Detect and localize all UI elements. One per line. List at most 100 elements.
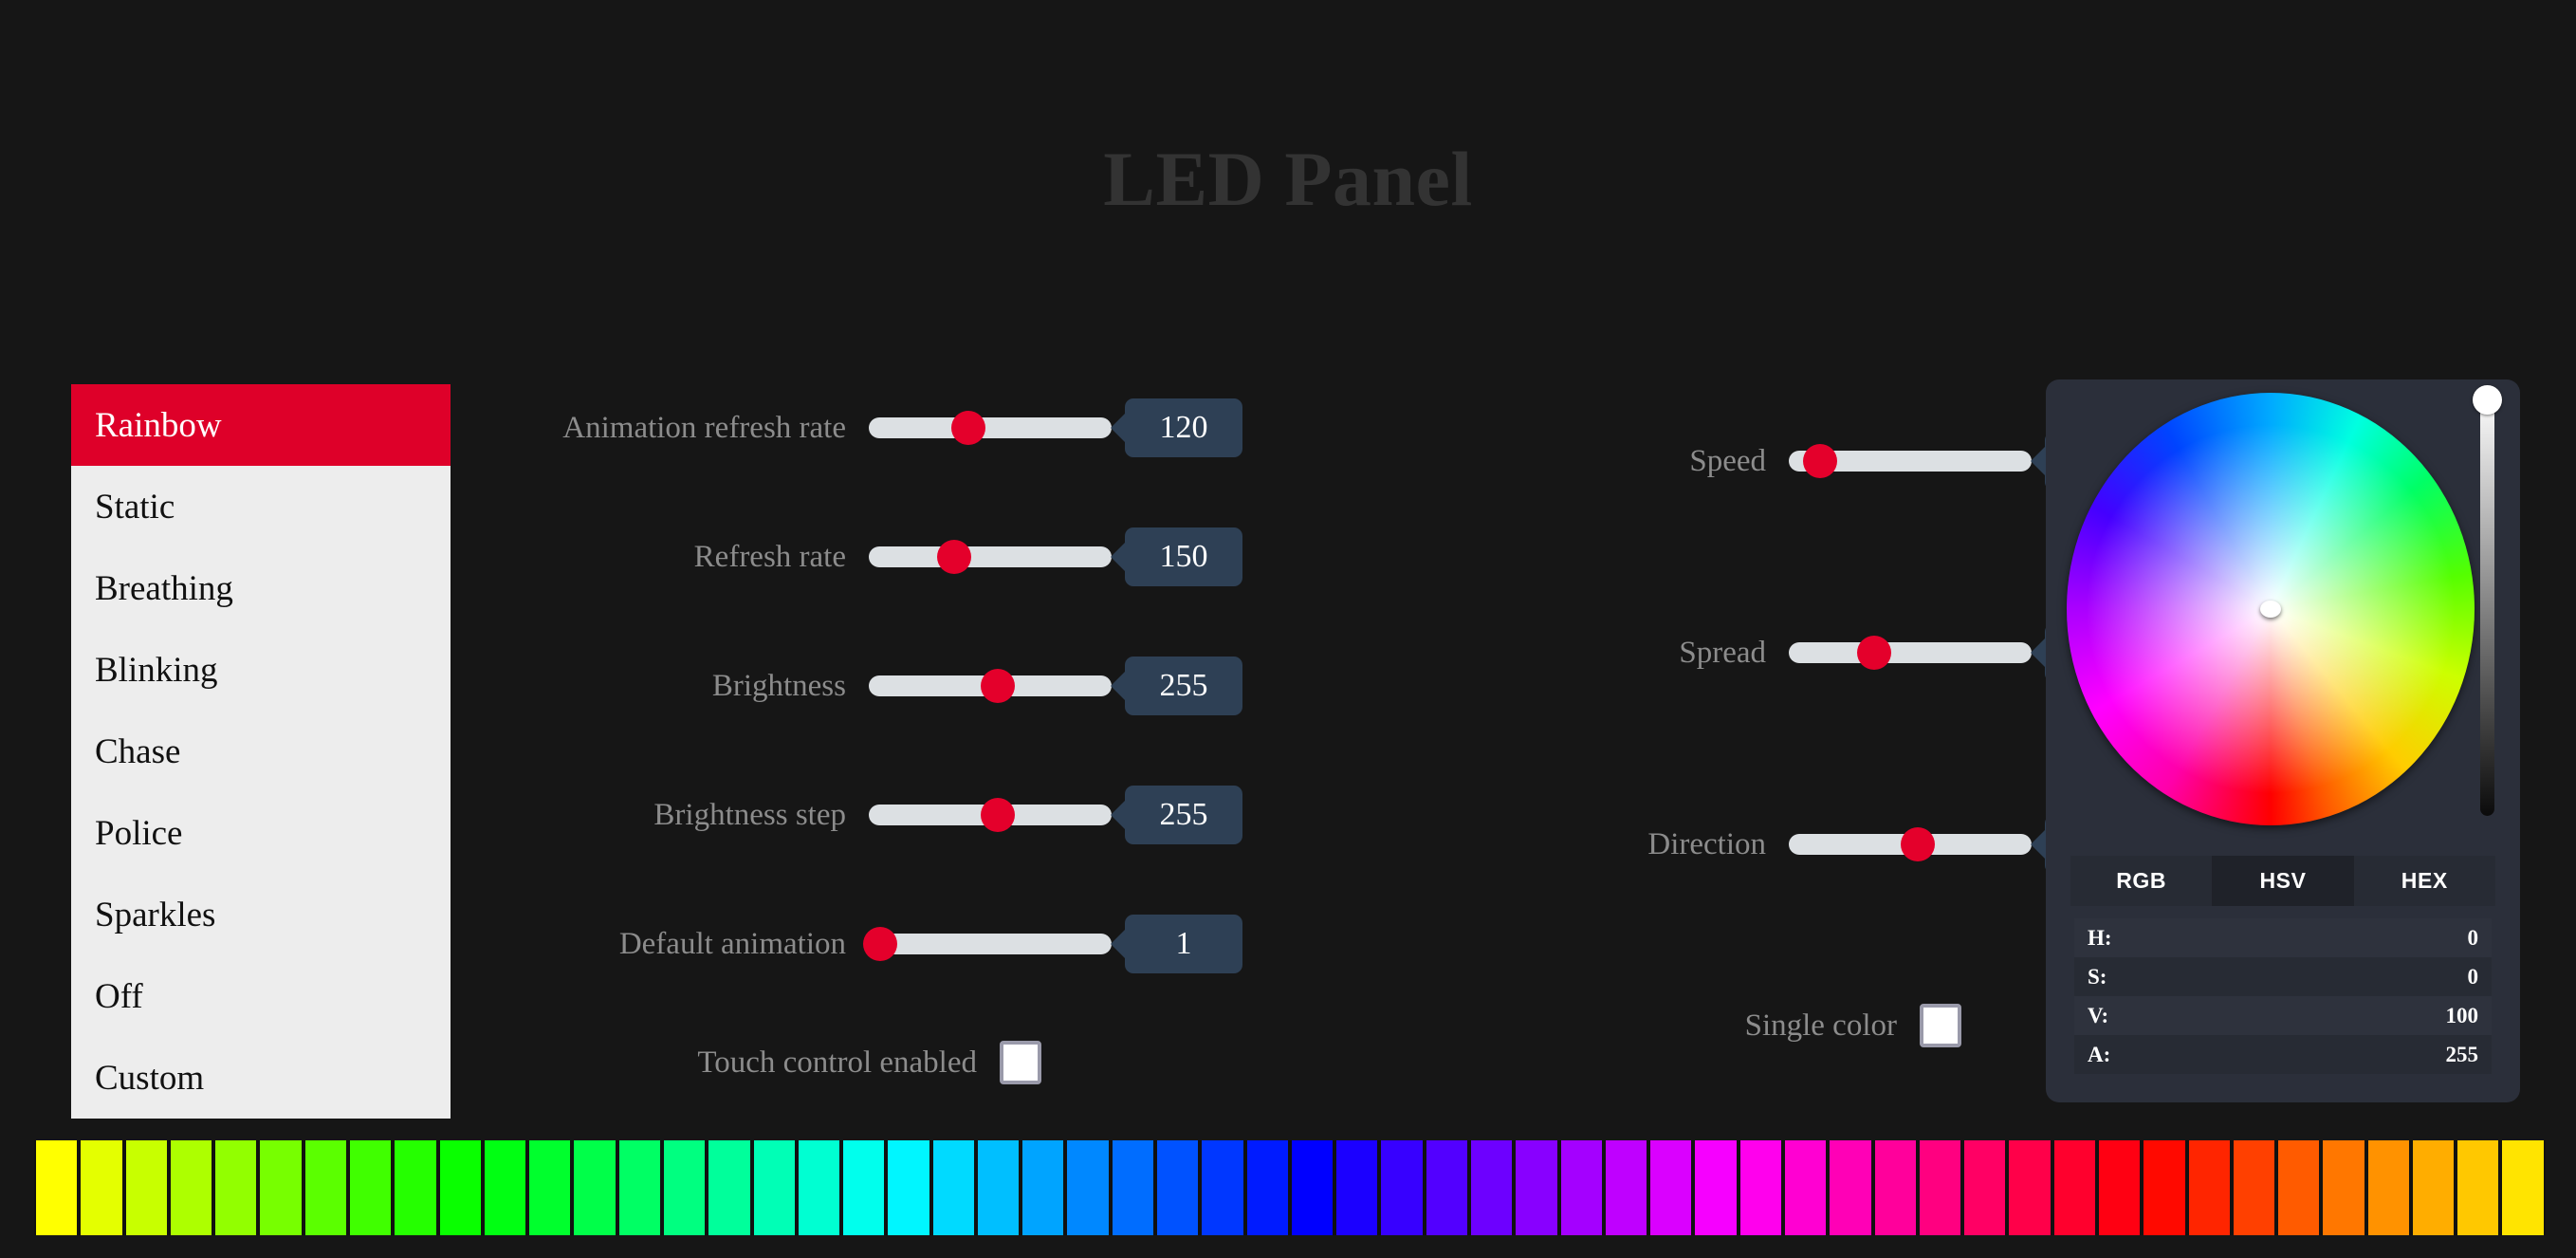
- led-cell: [1917, 1140, 1963, 1235]
- led-cell: [2096, 1140, 2143, 1235]
- led-cell: [2410, 1140, 2456, 1235]
- slider-track[interactable]: [869, 546, 1112, 567]
- led-cell: [1289, 1140, 1335, 1235]
- slider-row-refresh-rate: Refresh rate 150: [493, 509, 1242, 605]
- color-value-row-a[interactable]: A: 255: [2074, 1035, 2492, 1074]
- slider-thumb[interactable]: [980, 798, 1015, 832]
- sidebar-item-blinking[interactable]: Blinking: [71, 629, 451, 711]
- value-brightness-slider[interactable]: [2480, 393, 2494, 816]
- slider-default-animation[interactable]: [862, 925, 1112, 963]
- led-cell: [1738, 1140, 1783, 1235]
- slider-value: 1: [1125, 915, 1242, 973]
- color-value-rows: H: 0 S: 0 V: 100 A: 255: [2074, 918, 2492, 1074]
- led-cell: [393, 1140, 438, 1235]
- slider-label: Default animation: [618, 926, 846, 961]
- slider-refresh-rate[interactable]: [869, 538, 1112, 576]
- slider-label: Refresh rate: [693, 539, 846, 574]
- slider-thumb[interactable]: [980, 669, 1015, 703]
- led-cell: [2007, 1140, 2052, 1235]
- led-cell: [1782, 1140, 1829, 1235]
- slider-speed[interactable]: [1789, 442, 2032, 480]
- color-value-row-h[interactable]: H: 0: [2074, 918, 2492, 957]
- sidebar-item-sparkles[interactable]: Sparkles: [71, 874, 451, 955]
- value-slider-thumb[interactable]: [2473, 385, 2502, 415]
- led-cell: [2231, 1140, 2277, 1235]
- sidebar-item-off[interactable]: Off: [71, 955, 451, 1037]
- checkbox-row: Touch control enabled: [493, 1025, 1242, 1101]
- tab-hsv[interactable]: HSV: [2212, 856, 2354, 906]
- color-value-number: 0: [2467, 925, 2479, 950]
- led-cell: [2456, 1140, 2501, 1235]
- led-cell: [2186, 1140, 2232, 1235]
- color-wheel-cursor[interactable]: [2260, 601, 2281, 618]
- led-cell: [751, 1140, 797, 1235]
- color-value-row-s[interactable]: S: 0: [2074, 957, 2492, 996]
- checkbox-touch-control-enabled[interactable]: [1000, 1041, 1041, 1084]
- slider-value: 255: [1125, 786, 1242, 844]
- slider-direction[interactable]: [1789, 825, 2032, 863]
- slider-label: Animation refresh rate: [562, 410, 846, 445]
- slider-animation-refresh-rate[interactable]: [869, 409, 1112, 447]
- led-cell: [34, 1140, 80, 1235]
- led-cell: [2321, 1140, 2366, 1235]
- left-controls-column: Animation refresh rate 120 Refresh rate 150…: [493, 379, 1242, 1101]
- color-wheel[interactable]: [2067, 393, 2475, 825]
- color-value-row-v[interactable]: V: 100: [2074, 996, 2492, 1035]
- slider-label: Brightness: [711, 668, 846, 703]
- led-cell: [1469, 1140, 1515, 1235]
- tab-hex[interactable]: HEX: [2353, 856, 2495, 906]
- tab-rgb[interactable]: RGB: [2070, 856, 2213, 906]
- slider-thumb[interactable]: [1803, 444, 1838, 478]
- color-value-label: H:: [2088, 925, 2112, 950]
- sidebar-item-chase[interactable]: Chase: [71, 711, 451, 792]
- sidebar-item-static[interactable]: Static: [71, 466, 451, 547]
- sidebar-item-label: Police: [95, 813, 183, 853]
- led-cell: [1065, 1140, 1111, 1235]
- sidebar-item-police[interactable]: Police: [71, 792, 451, 874]
- led-cell: [1200, 1140, 1245, 1235]
- slider-brightness-step[interactable]: [869, 796, 1112, 834]
- led-cell: [2500, 1140, 2546, 1235]
- slider-track[interactable]: [869, 417, 1112, 438]
- sidebar-item-rainbow[interactable]: Rainbow: [71, 384, 451, 466]
- led-cell: [2276, 1140, 2322, 1235]
- led-cell: [482, 1140, 528, 1235]
- led-cell: [886, 1140, 931, 1235]
- led-cell: [572, 1140, 617, 1235]
- color-wheel-area: [2046, 379, 2520, 850]
- led-cell: [661, 1140, 708, 1235]
- led-cell: [1379, 1140, 1425, 1235]
- slider-track[interactable]: [869, 934, 1112, 954]
- led-cell: [1962, 1140, 2008, 1235]
- checkbox-label: Single color: [1744, 1008, 1897, 1043]
- animation-mode-sidebar: Rainbow Static Breathing Blinking Chase Polic…: [71, 384, 451, 1119]
- color-value-number: 255: [2445, 1042, 2479, 1066]
- slider-thumb[interactable]: [950, 411, 985, 445]
- slider-spread[interactable]: [1789, 634, 2032, 672]
- slider-thumb[interactable]: [862, 927, 897, 961]
- slider-track[interactable]: [1789, 642, 2032, 663]
- sidebar-item-custom[interactable]: Custom: [71, 1037, 451, 1119]
- slider-label: Spread: [1679, 635, 1766, 670]
- slider-brightness[interactable]: [869, 667, 1112, 705]
- led-cell: [258, 1140, 304, 1235]
- led-cell: [437, 1140, 483, 1235]
- led-cell: [930, 1140, 976, 1235]
- led-cell: [1244, 1140, 1290, 1235]
- slider-label: Direction: [1647, 826, 1766, 861]
- led-cell: [1872, 1140, 1918, 1235]
- page-title: LED Panel: [1103, 136, 1473, 222]
- led-cell: [1110, 1140, 1156, 1235]
- sidebar-item-breathing[interactable]: Breathing: [71, 547, 451, 629]
- led-cell: [79, 1140, 124, 1235]
- checkbox-single-color[interactable]: [1920, 1004, 1961, 1047]
- color-mode-tabs: RGB HSV HEX: [2070, 856, 2495, 906]
- color-value-label: A:: [2088, 1042, 2111, 1066]
- slider-thumb[interactable]: [1900, 827, 1935, 861]
- slider-thumb[interactable]: [936, 540, 971, 574]
- led-cell: [1021, 1140, 1066, 1235]
- slider-label: Speed: [1689, 443, 1766, 478]
- slider-thumb[interactable]: [1856, 636, 1891, 670]
- sidebar-item-label: Chase: [95, 731, 181, 771]
- led-cell: [616, 1140, 662, 1235]
